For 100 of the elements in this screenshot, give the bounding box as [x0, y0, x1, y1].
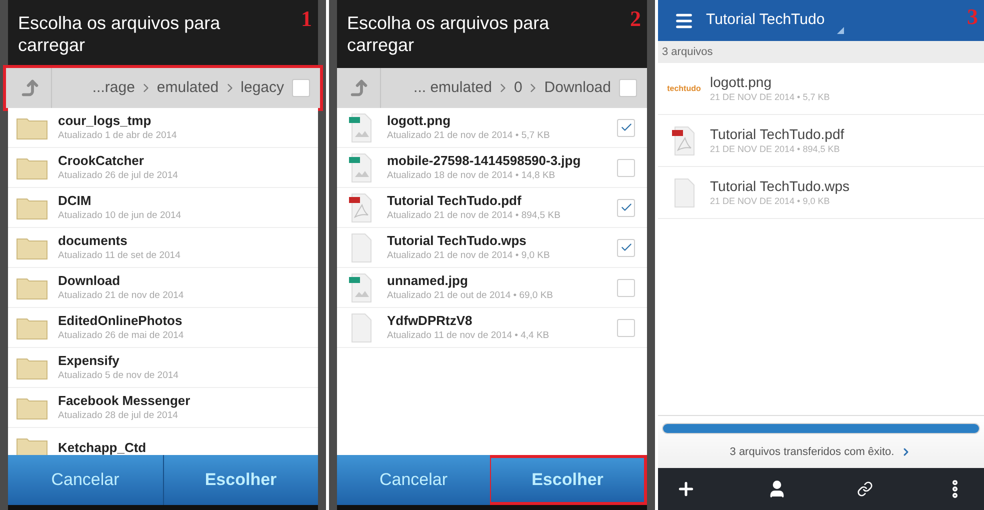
list-row[interactable]: Tutorial TechTudo.wps Atualizado 21 de nov de 2014 • 9,0 KB — [337, 228, 647, 268]
dialog-title: Escolha os arquivos para carregar — [18, 12, 222, 57]
breadcrumb-item[interactable]: ...rage — [92, 76, 135, 100]
dialog-button[interactable]: Escolher — [162, 455, 318, 505]
add-icon[interactable] — [676, 479, 696, 499]
file-row[interactable]: Tutorial TechTudo.wps 21 DE NOV DE 2014 • 9,0 KB — [658, 167, 984, 219]
file-checkbox[interactable] — [617, 278, 635, 296]
item-name: DCIM — [58, 193, 92, 209]
file-meta: 21 DE NOV DE 2014 • 5,7 KB — [710, 90, 830, 104]
file-checkbox[interactable] — [617, 318, 635, 336]
list-row[interactable]: CrookCatcher Atualizado 26 de jul de 2014 — [8, 148, 318, 188]
select-all-checkbox[interactable] — [619, 79, 637, 97]
breadcrumb-item[interactable]: ... emulated — [414, 76, 492, 100]
breadcrumb-item[interactable]: legacy — [240, 76, 284, 100]
file-name: Tutorial TechTudo.wps — [710, 178, 850, 194]
file-checkbox[interactable] — [617, 158, 635, 176]
list-row[interactable]: EditedOnlinePhotos Atualizado 26 de mai de 2014 — [8, 308, 318, 348]
folder-icon — [16, 316, 48, 340]
item-date: Atualizado 11 de nov de 2014 • 4,4 KB — [387, 329, 550, 342]
item-date: Atualizado 11 de set de 2014 — [58, 249, 182, 262]
file-checkbox[interactable] — [617, 238, 635, 256]
step-number: 3 — [967, 3, 978, 31]
item-date: Atualizado 26 de jul de 2014 — [58, 169, 179, 182]
breadcrumb-item[interactable]: emulated — [156, 76, 219, 100]
dropdown-triangle-icon — [836, 27, 844, 34]
item-date: Atualizado 28 de jul de 2014 — [58, 409, 179, 422]
folder-icon — [16, 396, 48, 420]
list-row[interactable]: cour_logs_tmp Atualizado 1 de abr de 2014 — [8, 108, 318, 148]
list-row[interactable]: documents Atualizado 11 de set de 2014 — [8, 228, 318, 268]
file-row[interactable]: Tutorial TechTudo.pdf 21 DE NOV DE 2014 • 894,5 KB — [658, 115, 984, 167]
file-icon — [349, 232, 373, 262]
file-count: 3 arquivos — [662, 44, 713, 60]
item-date: Atualizado 26 de mai de 2014 — [58, 329, 185, 342]
dialog-button[interactable]: Cancelar — [337, 455, 490, 505]
image-file-icon — [349, 272, 373, 302]
image-file-icon — [349, 112, 373, 142]
folder-icon — [16, 196, 48, 220]
folder-icon — [16, 156, 48, 180]
list-row[interactable]: mobile-27598-1414598590-3.jpg Atualizado 18 de nov de 2014 • 14,8 KB — [337, 148, 647, 188]
dialog-button[interactable]: Escolher — [490, 455, 647, 505]
item-name: Download — [58, 273, 122, 289]
item-date: Atualizado 21 de nov de 2014 — [58, 289, 185, 302]
list-row[interactable]: unnamed.jpg Atualizado 21 de out de 2014 • 69,0 KB — [337, 268, 647, 308]
item-name: mobile-27598-1414598590-3.jpg — [387, 153, 582, 169]
item-date: Atualizado 18 de nov de 2014 • 14,8 KB — [387, 169, 556, 182]
dialog-title: Escolha os arquivos para carregar — [347, 12, 550, 57]
item-name: Ketchapp_Ctd — [58, 440, 148, 455]
item-name: YdfwDPRtzV8 — [387, 313, 474, 329]
item-name: logott.png — [387, 113, 452, 129]
folder-icon — [16, 236, 48, 260]
list-row[interactable]: Expensify Atualizado 5 de nov de 2014 — [8, 348, 318, 388]
image-file-icon — [349, 152, 373, 182]
item-date: Atualizado 21 de nov de 2014 • 9,0 KB — [387, 249, 551, 262]
transfer-status[interactable]: 3 arquivos transferidos com êxito. — [730, 444, 894, 460]
link-icon[interactable] — [857, 481, 874, 497]
file-name: Tutorial TechTudo.pdf — [710, 126, 844, 142]
item-name: Expensify — [58, 353, 120, 369]
file-meta: 21 DE NOV DE 2014 • 9,0 KB — [710, 194, 831, 208]
list-row[interactable]: logott.png Atualizado 21 de nov de 2014 • 5,7 KB — [337, 108, 647, 148]
file-icon — [349, 312, 373, 342]
breadcrumb-item[interactable]: Download — [544, 76, 611, 100]
step-number: 2 — [630, 5, 641, 33]
item-name: Facebook Messenger — [58, 393, 192, 409]
dialog-button[interactable]: Cancelar — [8, 455, 162, 505]
folder-title[interactable]: Tutorial TechTudo — [706, 9, 825, 32]
folder-icon — [16, 356, 48, 380]
item-date: Atualizado 10 de jun de 2014 — [58, 209, 182, 222]
item-date: Atualizado 21 de out de 2014 • 69,0 KB — [387, 289, 554, 302]
item-date: Atualizado 21 de nov de 2014 • 5,7 KB — [387, 129, 551, 142]
item-name: unnamed.jpg — [387, 273, 469, 289]
item-name: CrookCatcher — [58, 153, 145, 169]
list-row[interactable]: YdfwDPRtzV8 Atualizado 11 de nov de 2014 • 4,4 KB — [337, 308, 647, 348]
list-row[interactable]: Download Atualizado 21 de nov de 2014 — [8, 268, 318, 308]
item-name: cour_logs_tmp — [58, 113, 152, 129]
item-date: Atualizado 5 de nov de 2014 — [58, 369, 180, 382]
item-name: documents — [58, 233, 128, 249]
item-name: Tutorial TechTudo.pdf — [387, 193, 522, 209]
item-date: Atualizado 1 de abr de 2014 — [58, 129, 178, 142]
pdf-file-icon — [349, 192, 373, 222]
file-row[interactable]: techtudo logott.png 21 DE NOV DE 2014 • 5,7 KB — [658, 63, 984, 115]
list-row[interactable]: Facebook Messenger Atualizado 28 de jul de 2014 — [8, 388, 318, 428]
folder-icon — [16, 276, 48, 300]
pdf-file-icon — [672, 126, 696, 156]
list-row[interactable]: Tutorial TechTudo.pdf Atualizado 21 de nov de 2014 • 894,5 KB — [337, 188, 647, 228]
up-arrow-icon — [348, 78, 368, 98]
item-date: Atualizado 21 de nov de 2014 • 894,5 KB — [387, 209, 562, 222]
item-name: EditedOnlinePhotos — [58, 313, 184, 329]
file-checkbox[interactable] — [617, 198, 635, 216]
file-meta: 21 DE NOV DE 2014 • 894,5 KB — [710, 142, 841, 156]
list-row[interactable]: DCIM Atualizado 10 de jun de 2014 — [8, 188, 318, 228]
file-icon — [672, 178, 696, 208]
folder-icon — [16, 116, 48, 140]
step-number: 1 — [301, 5, 312, 33]
breadcrumb-item[interactable]: 0 — [514, 76, 522, 100]
logo-thumbnail: techtudo — [667, 82, 701, 94]
file-checkbox[interactable] — [617, 118, 635, 136]
select-all-checkbox[interactable] — [292, 79, 310, 97]
file-name: logott.png — [710, 74, 772, 90]
up-arrow-icon — [20, 78, 40, 98]
item-name: Tutorial TechTudo.wps — [387, 233, 528, 249]
